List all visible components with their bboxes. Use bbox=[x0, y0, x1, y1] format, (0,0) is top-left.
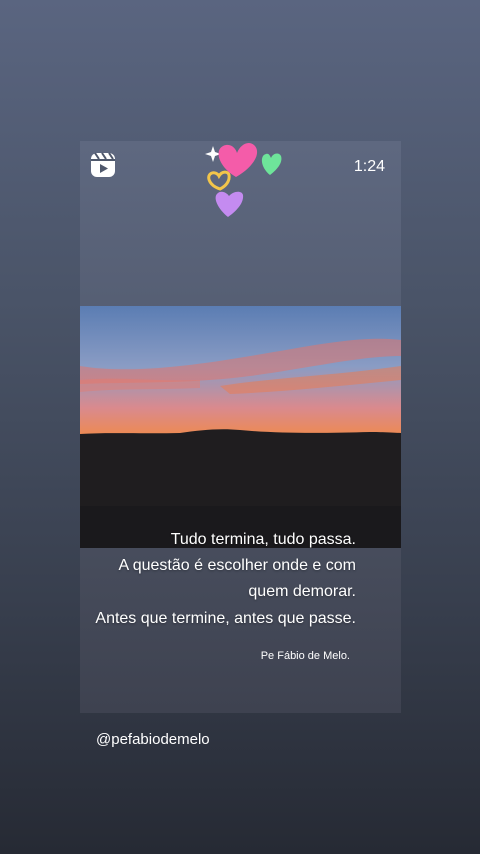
mention-sticker[interactable]: @pefabiodemelo bbox=[96, 731, 210, 748]
quote-line-3: quem demorar. bbox=[248, 583, 356, 600]
story-card[interactable]: 1:24 Tudo termina, tudo passa. A questão… bbox=[80, 141, 401, 713]
reels-icon[interactable] bbox=[89, 151, 117, 179]
reel-duration: 1:24 bbox=[353, 158, 385, 175]
quote-line-4: Antes que termine, antes que passe. bbox=[95, 610, 356, 627]
quote-author: Pe Fábio de Melo. bbox=[260, 650, 350, 662]
green-heart-icon bbox=[261, 153, 282, 175]
quote-line-2: A questão é escolher onde e com bbox=[118, 557, 357, 574]
heart-stickers bbox=[200, 141, 290, 225]
sunset-photo bbox=[80, 306, 401, 548]
purple-heart-icon bbox=[215, 191, 244, 217]
yellow-heart-icon bbox=[207, 170, 231, 191]
quote-line-1: Tudo termina, tudo passa. bbox=[170, 531, 356, 548]
